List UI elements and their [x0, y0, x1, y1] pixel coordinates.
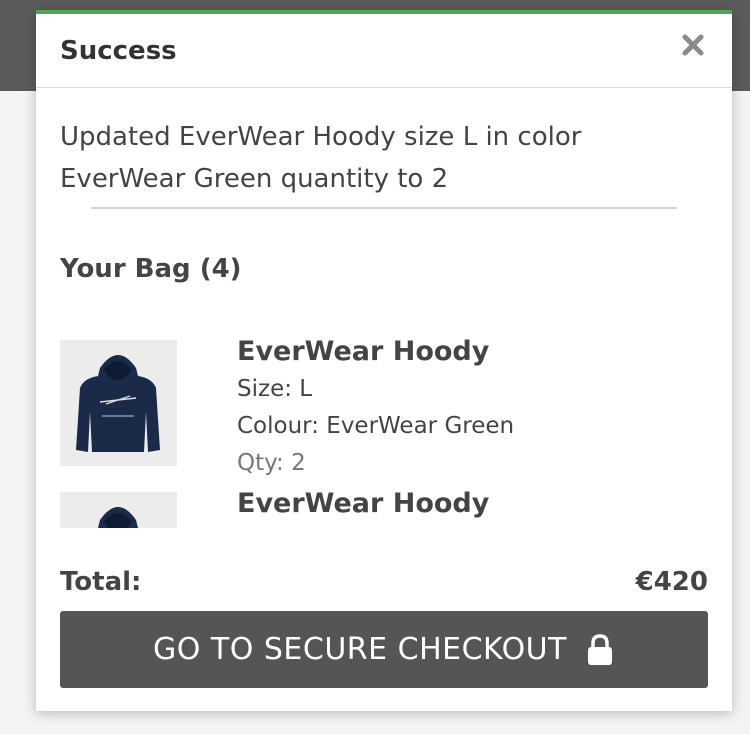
product-image[interactable]	[60, 492, 177, 528]
total-value: €420	[635, 567, 708, 597]
bag-title: Your Bag (4)	[60, 254, 242, 284]
total-label: Total:	[60, 567, 142, 597]
item-name[interactable]: EverWear Hoody	[237, 488, 489, 519]
secure-checkout-button[interactable]: GO TO SECURE CHECKOUT	[60, 611, 708, 688]
item-size: Size: L	[237, 376, 313, 402]
bag-item: EverWear Hoody	[60, 488, 710, 528]
bag-item-list[interactable]: EverWear Hoody Size: L Colour: EverWear …	[60, 336, 710, 528]
bag-item: EverWear Hoody Size: L Colour: EverWear …	[60, 336, 710, 488]
success-popup: Success Updated EverWear Hoody size L in…	[36, 10, 732, 711]
close-icon	[682, 34, 704, 56]
divider	[91, 207, 677, 209]
checkout-button-label: GO TO SECURE CHECKOUT	[153, 632, 567, 667]
success-message: Updated EverWear Hoody size L in color E…	[60, 122, 582, 194]
item-name[interactable]: EverWear Hoody	[237, 336, 489, 367]
close-button[interactable]	[678, 30, 708, 60]
lock-icon	[585, 633, 615, 667]
item-quantity: Qty: 2	[237, 450, 306, 476]
product-image[interactable]	[60, 340, 177, 466]
popup-title: Success	[60, 36, 177, 66]
item-colour: Colour: EverWear Green	[237, 413, 515, 439]
popup-header: Success	[36, 14, 732, 88]
